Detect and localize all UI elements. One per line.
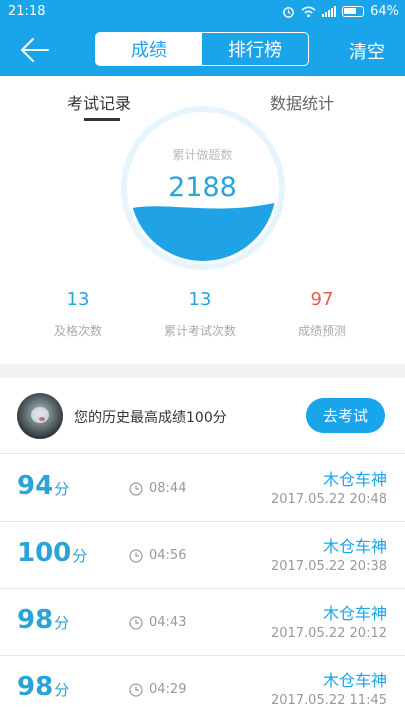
record-date: 2017.05.22 20:38 <box>270 559 387 574</box>
record-user-name: 木仓车神 <box>322 604 387 623</box>
record-date: 2017.05.22 20:12 <box>270 626 387 641</box>
scores-ranking-toggle: 成绩 排行榜 <box>95 32 309 66</box>
battery-icon <box>342 6 365 17</box>
app-header: 成绩 排行榜 清空 <box>0 24 405 76</box>
record-score: 94分 <box>17 471 70 501</box>
clock-icon <box>129 481 143 496</box>
record-row[interactable]: 100分 04:56 木仓车神 2017.05.22 20:38 <box>0 522 405 589</box>
battery-level: 64% <box>370 4 399 19</box>
record-row[interactable]: 98分 04:29 木仓车神 2017.05.22 11:45 <box>0 656 405 720</box>
stat-label: 累计考试次数 <box>163 324 236 338</box>
clock-icon <box>129 682 143 697</box>
active-tab-indicator <box>84 118 120 121</box>
record-row[interactable]: 98分 04:43 木仓车神 2017.05.22 20:12 <box>0 589 405 656</box>
clock-icon <box>129 548 143 563</box>
section-divider <box>0 364 405 378</box>
avatar <box>17 393 63 439</box>
status-time: 21:18 <box>8 4 46 19</box>
record-date: 2017.05.22 11:45 <box>270 693 387 708</box>
tab-ranking[interactable]: 排行榜 <box>202 33 308 65</box>
wifi-icon <box>301 6 316 17</box>
gauge-wave-fill <box>130 201 276 261</box>
status-icons: 64% <box>282 4 399 19</box>
record-score: 98分 <box>17 672 70 702</box>
back-arrow-icon[interactable] <box>20 37 50 63</box>
status-bar: 21:18 64% <box>0 0 405 24</box>
alarm-icon <box>283 7 294 18</box>
stat-label: 成绩预测 <box>297 324 346 338</box>
stat-value: 13 <box>188 289 212 310</box>
record-user-name: 木仓车神 <box>322 671 387 690</box>
record-duration: 04:56 <box>129 548 186 563</box>
stat-score-prediction: 97 成绩预测 <box>252 289 392 339</box>
go-exam-button[interactable]: 去考试 <box>306 398 385 433</box>
best-score-text: 您的历史最高成绩100分 <box>74 410 227 426</box>
stat-value: 97 <box>310 289 334 310</box>
record-duration: 08:44 <box>129 481 186 496</box>
record-user-name: 木仓车神 <box>322 470 387 489</box>
stat-label: 及格次数 <box>53 324 102 338</box>
record-user-name: 木仓车神 <box>322 537 387 556</box>
stat-pass-count: 13 及格次数 <box>8 289 148 339</box>
gauge-label: 累计做题数 <box>172 148 233 162</box>
stat-value: 13 <box>66 289 90 310</box>
record-date: 2017.05.22 20:48 <box>270 492 387 507</box>
stat-total-exams: 13 累计考试次数 <box>130 289 270 339</box>
clock-icon <box>129 615 143 630</box>
best-score-banner: 您的历史最高成绩100分 去考试 <box>0 378 405 454</box>
tab-scores[interactable]: 成绩 <box>96 33 202 65</box>
record-duration: 04:29 <box>129 682 186 697</box>
signal-icon <box>322 6 337 17</box>
clear-button[interactable]: 清空 <box>349 38 385 64</box>
record-score: 100分 <box>17 538 88 568</box>
record-row[interactable]: 94分 08:44 木仓车神 2017.05.22 20:48 <box>0 455 405 522</box>
record-score: 98分 <box>17 605 70 635</box>
record-duration: 04:43 <box>129 615 186 630</box>
gauge-value: 2188 <box>168 172 237 203</box>
